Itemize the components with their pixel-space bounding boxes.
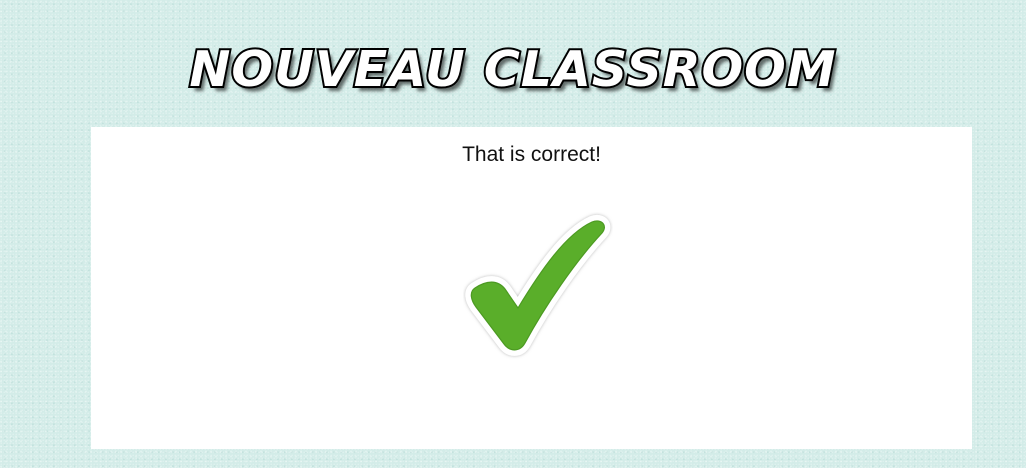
feedback-message: That is correct! [462,143,601,166]
site-title: NOUVEAU CLASSROOM [187,39,837,100]
content-panel: That is correct! [91,127,972,449]
checkmark-icon [463,212,613,362]
